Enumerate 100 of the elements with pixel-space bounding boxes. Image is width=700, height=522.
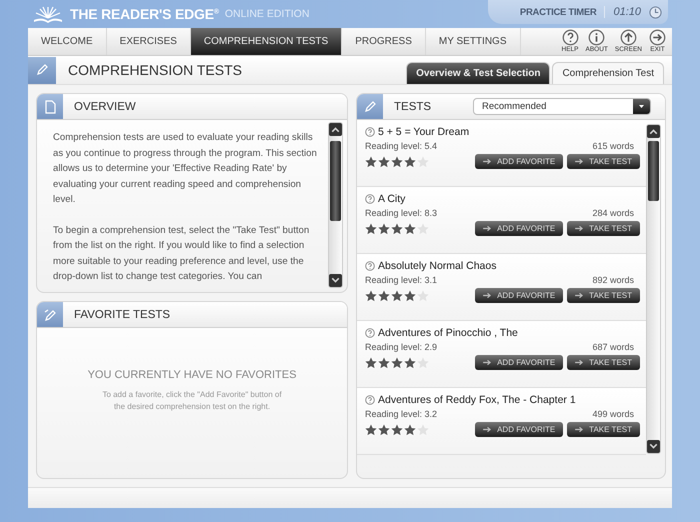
test-title: 5 + 5 = Your Dream (378, 126, 470, 138)
add-favorite-button[interactable]: ADD FAVORITE (475, 221, 564, 236)
clock-icon (649, 6, 662, 18)
test-title: Adventures of Pinocchio , The (378, 327, 518, 339)
star-icon (365, 222, 377, 234)
star-icon (404, 290, 416, 302)
star-icon (404, 356, 416, 368)
reading-level: Reading level: 2.9 (365, 342, 438, 352)
category-dropdown[interactable]: Recommended (473, 98, 651, 115)
star-icon (391, 156, 403, 168)
nav-tab[interactable]: PROGRESS (342, 28, 426, 55)
add-favorite-button[interactable]: ADD FAVORITE (475, 422, 564, 437)
star-icon (417, 290, 429, 302)
test-row[interactable]: Adventures of Pinocchio , The Reading level: 2.9 687 words ADD FAVORITE TAKE TEST (357, 321, 646, 388)
reading-level: Reading level: 5.4 (365, 141, 438, 151)
overview-paragraph: Comprehension tests are used to evaluate your reading skills as you continue to progress through the program. This section allows us to determine your 'Effective Reading Rate' by evaluating your current reading speed and comprehension level. (53, 131, 318, 207)
star-icon (404, 156, 416, 168)
scroll-thumb[interactable] (330, 141, 341, 221)
app-title: THE READER'S EDGE$^{®}$ (70, 6, 219, 22)
star-icon (378, 156, 390, 168)
scroll-up-icon[interactable] (647, 125, 660, 138)
star-icon (378, 356, 390, 368)
test-row[interactable]: Absolutely Normal Chaos Reading level: 3.1 892 words ADD FAVORITE TAKE TEST (357, 254, 646, 321)
star-icon (404, 424, 416, 436)
pencil-icon (35, 63, 49, 77)
test-title: A City (378, 193, 406, 205)
section-title: COMPREHENSION TESTS (68, 62, 242, 78)
test-row[interactable]: Adventures of Reddy Fox, The - Chapter 1 Reading level: 3.2 499 words ADD FAVORITE TAKE TEST (357, 388, 646, 455)
take-test-button[interactable]: TAKE TEST (567, 221, 640, 236)
panel-title: FAVORITE TESTS (74, 308, 170, 320)
overview-paragraph: To begin a comprehension test, select the "Take Test" button from the list on the right. If you would like to find a selection more suitable to your reading preference and level, use the drop-down list to change test categories. You can (53, 224, 310, 284)
document-icon (43, 100, 57, 114)
scrollbar[interactable] (646, 124, 661, 454)
test-row[interactable]: A City Reading level: 8.3 284 words ADD FAVORITE TAKE TEST (357, 187, 646, 254)
word-count: 892 words (592, 275, 634, 285)
star-icon (391, 424, 403, 436)
empty-title: YOU CURRENTLY HAVE NO FAVORITES (88, 369, 296, 381)
star-icon (417, 156, 429, 168)
take-test-button[interactable]: TAKE TEST (567, 288, 640, 303)
info-icon (588, 29, 606, 46)
word-count: 284 words (592, 208, 634, 218)
nav-tab[interactable]: COMPREHENSION TESTS (190, 28, 342, 55)
help-icon[interactable] (365, 328, 375, 338)
reading-level: Reading level: 8.3 (365, 208, 438, 218)
star-icon (391, 356, 403, 368)
nav-tab[interactable]: WELCOME (28, 28, 107, 55)
star-icon (391, 290, 403, 302)
section-tab[interactable]: Comprehension Test (552, 62, 664, 84)
help-icon[interactable] (365, 395, 375, 405)
timer-value: 01:10 (604, 6, 641, 18)
book-logo-icon (32, 5, 64, 23)
star-icon (378, 290, 390, 302)
help-icon[interactable] (365, 261, 375, 271)
arrow-icon (483, 225, 492, 232)
word-count: 687 words (592, 342, 634, 352)
arrow-icon (483, 292, 492, 299)
timer-label: PRACTICE TIMER (520, 6, 596, 18)
test-title: Absolutely Normal Chaos (378, 260, 496, 272)
star-icon (365, 424, 377, 436)
scroll-down-icon[interactable] (329, 274, 342, 287)
reading-level: Reading level: 3.1 (365, 275, 438, 285)
nav-tab[interactable]: MY SETTINGS (426, 28, 520, 55)
arrow-icon (483, 158, 492, 165)
star-icon (378, 222, 390, 234)
scroll-down-icon[interactable] (647, 440, 660, 453)
section-tab[interactable]: Overview & Test Selection (406, 62, 550, 84)
caret-icon[interactable] (633, 99, 650, 114)
empty-hint: To add a favorite, click the "Add Favorite" button of the desired comprehension test on the right. (101, 389, 283, 413)
add-favorite-button[interactable]: ADD FAVORITE (475, 288, 564, 303)
word-count: 615 words (592, 141, 634, 151)
star-icon (378, 424, 390, 436)
pencil-icon (43, 308, 57, 322)
star-icon (365, 156, 377, 168)
star-icon (391, 222, 403, 234)
help-icon (562, 29, 578, 46)
scroll-up-icon[interactable] (329, 123, 342, 136)
edition-label: ONLINE EDITION (224, 8, 310, 20)
help-icon[interactable] (365, 194, 375, 204)
arrow-icon (575, 225, 584, 232)
star-icon (365, 356, 377, 368)
test-title: Adventures of Reddy Fox, The - Chapter 1 (378, 394, 576, 406)
take-test-button[interactable]: TAKE TEST (567, 422, 640, 437)
add-favorite-button[interactable]: ADD FAVORITE (475, 154, 564, 169)
arrow-icon (575, 426, 584, 433)
pencil-icon (363, 100, 377, 114)
star-icon (365, 290, 377, 302)
add-favorite-button[interactable]: ADD FAVORITE (475, 355, 564, 370)
take-test-button[interactable]: TAKE TEST (567, 355, 640, 370)
scrollbar[interactable] (328, 122, 343, 288)
arrow-icon (575, 158, 584, 165)
star-icon (417, 356, 429, 368)
exit-icon (649, 29, 666, 46)
panel-title: TESTS (394, 100, 432, 112)
take-test-button[interactable]: TAKE TEST (567, 154, 640, 169)
word-count: 499 words (592, 409, 634, 419)
scroll-thumb[interactable] (648, 141, 659, 201)
arrow-icon (483, 426, 492, 433)
help-icon[interactable] (365, 127, 375, 137)
arrow-icon (575, 292, 584, 299)
star-icon (404, 222, 416, 234)
